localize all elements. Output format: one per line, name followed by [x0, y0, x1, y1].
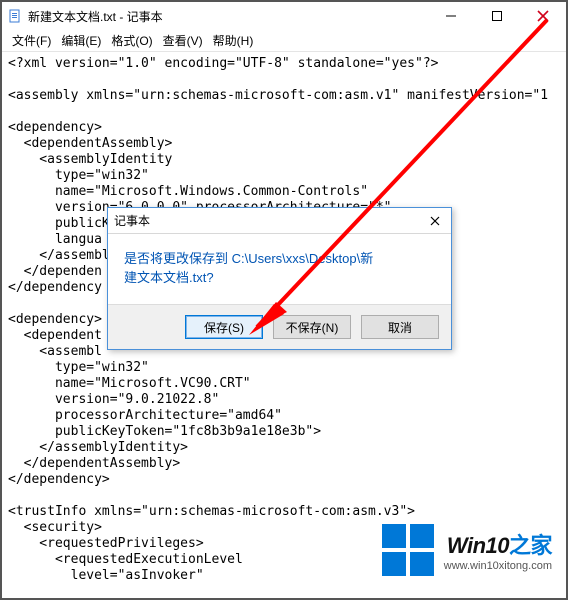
titlebar: 新建文本文档.txt - 记事本 [2, 2, 566, 30]
save-dialog: 记事本 是否将更改保存到 C:\Users\xxs\Desktop\新 建文本文… [107, 207, 452, 350]
windows-logo-icon [382, 524, 434, 576]
notepad-window: { "window": { "title": "新建文本文档.txt - 记事本… [0, 0, 568, 600]
save-button[interactable]: 保存(S) [185, 315, 263, 339]
dialog-buttons: 保存(S) 不保存(N) 取消 [108, 304, 451, 349]
dialog-close-button[interactable] [425, 211, 445, 231]
menubar: 文件(F) 编辑(E) 格式(O) 查看(V) 帮助(H) [2, 30, 566, 52]
cancel-button[interactable]: 取消 [361, 315, 439, 339]
menu-edit[interactable]: 编辑(E) [57, 30, 105, 51]
menu-file[interactable]: 文件(F) [8, 30, 55, 51]
file-icon [8, 9, 22, 23]
dont-save-button[interactable]: 不保存(N) [273, 315, 351, 339]
close-button[interactable] [520, 2, 566, 30]
menu-help[interactable]: 帮助(H) [209, 30, 258, 51]
menu-view[interactable]: 查看(V) [159, 30, 207, 51]
minimize-button[interactable] [428, 2, 474, 30]
watermark-text: Win10之家 www.win10xitong.com [444, 528, 552, 572]
dialog-titlebar: 记事本 [108, 208, 451, 234]
watermark: Win10之家 www.win10xitong.com [382, 524, 552, 576]
dialog-message: 是否将更改保存到 C:\Users\xxs\Desktop\新 建文本文档.tx… [108, 234, 451, 304]
menu-format[interactable]: 格式(O) [107, 30, 156, 51]
dialog-title-text: 记事本 [114, 212, 150, 229]
window-title: 新建文本文档.txt - 记事本 [28, 8, 163, 25]
maximize-button[interactable] [474, 2, 520, 30]
window-buttons [428, 2, 566, 30]
